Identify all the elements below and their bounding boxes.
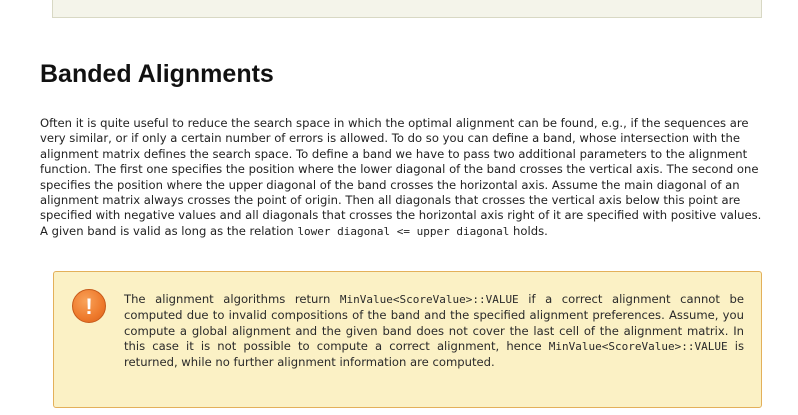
min-value-code-2: MinValue<ScoreValue>::VALUE	[548, 340, 728, 354]
previous-content-box	[52, 0, 762, 18]
paragraph-text-end: holds.	[509, 223, 548, 238]
paragraph-text: Often it is quite useful to reduce the s…	[40, 116, 762, 238]
section-title: Banded Alignments	[40, 60, 274, 88]
banded-alignments-paragraph: Often it is quite useful to reduce the s…	[40, 116, 770, 239]
warning-note: ! The alignment algorithms return MinVal…	[53, 271, 762, 408]
warning-icon: !	[72, 289, 106, 323]
relation-code: lower diagonal <= upper diagonal	[297, 224, 510, 238]
warning-note-text: The alignment algorithms return MinValue…	[124, 292, 744, 371]
min-value-code-1: MinValue<ScoreValue>::VALUE	[339, 293, 519, 306]
note-text-1: The alignment algorithms return	[124, 292, 340, 306]
